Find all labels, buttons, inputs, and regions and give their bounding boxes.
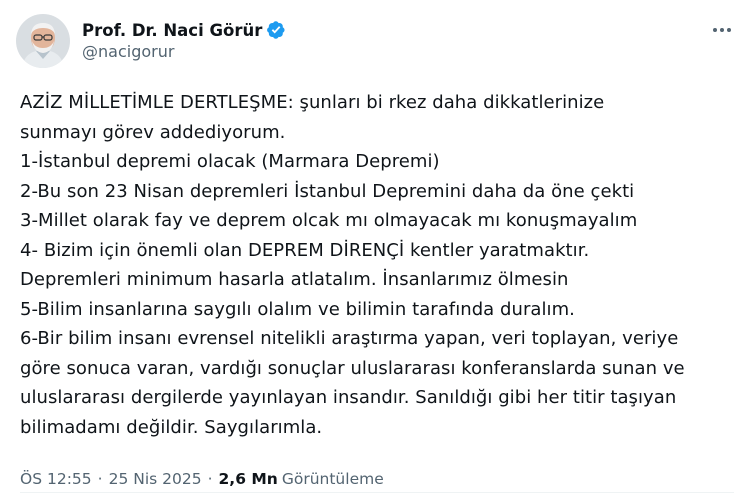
views-count: 2,6 Mn [218,470,278,488]
tweet-text: AZİZ MİLLETİMLE DERTLEŞME: şunları bi rk… [20,88,738,442]
tweet-text-line: 5-Bilim insanlarına saygılı olalım ve bi… [20,298,575,320]
tweet-text-line: sunmayı görev addediyorum. [20,121,286,143]
tweet-text-line: 3-Millet olarak fay ve deprem olcak mı o… [20,210,638,231]
more-options-button[interactable] [710,20,734,40]
tweet-text-line: AZİZ MİLLETİMLE DERTLEŞME: şunları bi rk… [20,92,605,113]
author-names: Prof. Dr. Naci Görür @nacigorur [82,20,286,61]
meta-separator: · [207,470,213,488]
tweet-text-line: 2-Bu son 23 Nisan depremleri İstanbul De… [20,180,635,202]
tweet-text-line: 4- Bizim için önemli olan DEPREM DİRENÇİ… [20,239,590,261]
tweet-timestamp[interactable]: ÖS 12:55 [20,470,92,488]
meta-separator: · [97,470,103,488]
tweet-header: Prof. Dr. Naci Görür @nacigorur [16,14,286,68]
avatar[interactable] [16,14,70,68]
tweet-meta: ÖS 12:55 · 25 Nis 2025 · 2,6 Mn Görüntül… [20,470,384,488]
tweet-card: Prof. Dr. Naci Görür @nacigorur AZİZ MİL… [0,0,754,493]
author-display-name[interactable]: Prof. Dr. Naci Görür [82,21,262,41]
tweet-text-line: bilimadamı değildir. Saygılarımla. [20,416,323,438]
author-handle[interactable]: @nacigorur [82,42,286,61]
tweet-date[interactable]: 25 Nis 2025 [109,470,202,488]
tweet-text-line: göre sonuca varan, vardığı sonuçlar ulus… [20,357,685,379]
tweet-text-line: uluslararası dergilerde yayınlayan insan… [20,387,677,408]
views-label: Görüntüleme [281,470,384,488]
tweet-text-line: 6-Bir bilim insanı evrensel nitelikli ar… [20,328,679,349]
verified-badge-icon[interactable] [266,20,286,40]
tweet-text-line: 1-İstanbul depremi olacak (Marmara Depre… [20,151,440,172]
name-row: Prof. Dr. Naci Görür [82,20,286,40]
tweet-text-line: Depremleri minimum hasarla atlatalım. İn… [20,269,569,290]
more-horizontal-icon [713,28,731,32]
